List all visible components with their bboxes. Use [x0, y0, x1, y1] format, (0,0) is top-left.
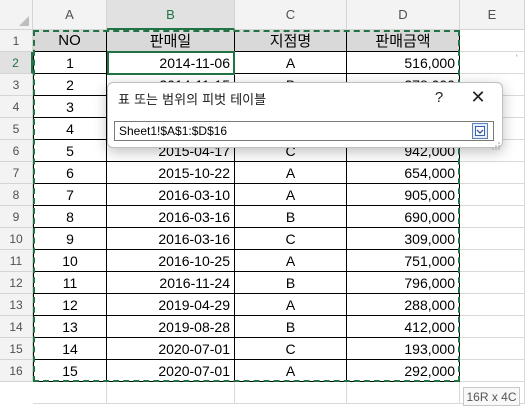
row-header-6[interactable]: 6 [0, 140, 33, 162]
column-header-b[interactable]: B [107, 0, 235, 30]
table-header-cell[interactable]: 판매금액 [347, 30, 460, 52]
row-header-8[interactable]: 8 [0, 184, 33, 206]
table-cell[interactable]: C [235, 338, 347, 360]
column-header-a[interactable]: A [33, 0, 107, 30]
table-cell[interactable]: 2020-07-01 [107, 338, 235, 360]
table-cell[interactable]: 2016-11-24 [107, 272, 235, 294]
table-cell[interactable]: 2016-03-16 [107, 206, 235, 228]
grid-cell[interactable] [460, 294, 525, 316]
row-header-4[interactable]: 4 [0, 96, 33, 118]
table-cell[interactable]: B [235, 316, 347, 338]
table-cell[interactable]: B [235, 272, 347, 294]
table-header-cell[interactable]: NO [33, 30, 107, 52]
table-cell[interactable]: 14 [33, 338, 107, 360]
table-cell[interactable]: 13 [33, 316, 107, 338]
row-header-9[interactable]: 9 [0, 206, 33, 228]
table-cell[interactable]: 2016-03-16 [107, 228, 235, 250]
spreadsheet-grid: A B C D E 1 2 3 4 5 6 7 8 9 10 11 12 13 14 15 16 NO 판매일 지점명 판매금액… [0, 0, 525, 409]
table-cell[interactable]: 2016-10-25 [107, 250, 235, 272]
column-header-e[interactable]: E [460, 0, 525, 30]
table-cell[interactable]: 292,000 [347, 360, 460, 382]
resize-grip-icon[interactable] [492, 137, 500, 150]
table-cell[interactable]: B [235, 206, 347, 228]
table-cell[interactable]: 2020-07-01 [107, 360, 235, 382]
table-cell[interactable]: 796,000 [347, 272, 460, 294]
table-cell[interactable]: 751,000 [347, 250, 460, 272]
grid-cell[interactable] [460, 162, 525, 184]
table-cell[interactable]: 2014-11-06 [107, 52, 235, 74]
row-header-13[interactable]: 13 [0, 294, 33, 316]
row-header-7[interactable]: 7 [0, 162, 33, 184]
help-button[interactable]: ? [428, 86, 450, 108]
row-header-11[interactable]: 11 [0, 250, 33, 272]
table-cell[interactable]: 2016-03-10 [107, 184, 235, 206]
row-header-14[interactable]: 14 [0, 316, 33, 338]
table-header-cell[interactable]: 판매일 [107, 30, 235, 52]
table-cell[interactable]: A [235, 52, 347, 74]
collapse-dialog-icon[interactable] [472, 123, 488, 139]
grid-cell[interactable] [107, 382, 235, 404]
table-cell[interactable]: 2019-04-29 [107, 294, 235, 316]
row-header-12[interactable]: 12 [0, 272, 33, 294]
dialog-title: 표 또는 범위의 피벗 테이블 [118, 93, 267, 108]
grid-cell[interactable] [33, 382, 107, 404]
table-cell[interactable]: 654,000 [347, 162, 460, 184]
column-header-d[interactable]: D [347, 0, 460, 30]
row-header-15[interactable]: 15 [0, 338, 33, 360]
grid-cell[interactable] [460, 316, 525, 338]
table-cell[interactable]: 412,000 [347, 316, 460, 338]
row-header-1[interactable]: 1 [0, 30, 33, 52]
table-cell[interactable]: 4 [33, 118, 107, 140]
table-cell[interactable]: C [235, 228, 347, 250]
table-cell[interactable]: 9 [33, 228, 107, 250]
table-cell[interactable]: A [235, 184, 347, 206]
table-cell[interactable]: 2 [33, 74, 107, 96]
table-cell[interactable]: 7 [33, 184, 107, 206]
grid-cell[interactable] [460, 206, 525, 228]
column-header-c[interactable]: C [235, 0, 347, 30]
row-header-2[interactable]: 2 [0, 52, 33, 74]
row-header-16[interactable]: 16 [0, 360, 33, 382]
table-cell[interactable]: 193,000 [347, 338, 460, 360]
close-button[interactable]: ✕ [467, 86, 489, 108]
table-cell[interactable]: 15 [33, 360, 107, 382]
table-cell[interactable]: 11 [33, 272, 107, 294]
table-cell[interactable]: 5 [33, 140, 107, 162]
row-header-3[interactable]: 3 [0, 74, 33, 96]
table-cell[interactable]: 905,000 [347, 184, 460, 206]
row-header-5[interactable]: 5 [0, 118, 33, 140]
grid-cell[interactable] [460, 228, 525, 250]
table-header-cell[interactable]: 지점명 [235, 30, 347, 52]
table-cell[interactable]: 2015-10-22 [107, 162, 235, 184]
grid-cell[interactable] [460, 184, 525, 206]
grid-cell[interactable] [460, 272, 525, 294]
grid-cell[interactable] [347, 382, 460, 404]
table-cell[interactable]: 516,000 [347, 52, 460, 74]
grid-cell[interactable] [460, 250, 525, 272]
select-all-corner[interactable] [0, 0, 33, 30]
table-cell[interactable]: 288,000 [347, 294, 460, 316]
table-cell[interactable]: 1 [33, 52, 107, 74]
table-cell[interactable]: A [235, 162, 347, 184]
selection-size-badge: 16R x 4C [463, 387, 520, 406]
range-input[interactable] [114, 121, 494, 141]
table-cell[interactable]: 690,000 [347, 206, 460, 228]
table-cell[interactable]: 8 [33, 206, 107, 228]
offscreen-glyph: ˈ [515, 54, 519, 66]
pivot-table-dialog: 표 또는 범위의 피벗 테이블 ? ✕ [107, 82, 503, 150]
table-cell[interactable]: 309,000 [347, 228, 460, 250]
table-cell[interactable]: 10 [33, 250, 107, 272]
grid-cell[interactable] [235, 382, 347, 404]
table-cell[interactable]: A [235, 294, 347, 316]
table-cell[interactable]: 2019-08-28 [107, 316, 235, 338]
grid-cell[interactable] [460, 360, 525, 382]
grid-cell[interactable] [460, 338, 525, 360]
table-cell[interactable]: A [235, 360, 347, 382]
table-cell[interactable]: A [235, 250, 347, 272]
grid-cell[interactable] [460, 30, 525, 52]
table-cell[interactable]: 3 [33, 96, 107, 118]
row-header-10[interactable]: 10 [0, 228, 33, 250]
table-cell[interactable]: 6 [33, 162, 107, 184]
table-cell[interactable]: 12 [33, 294, 107, 316]
